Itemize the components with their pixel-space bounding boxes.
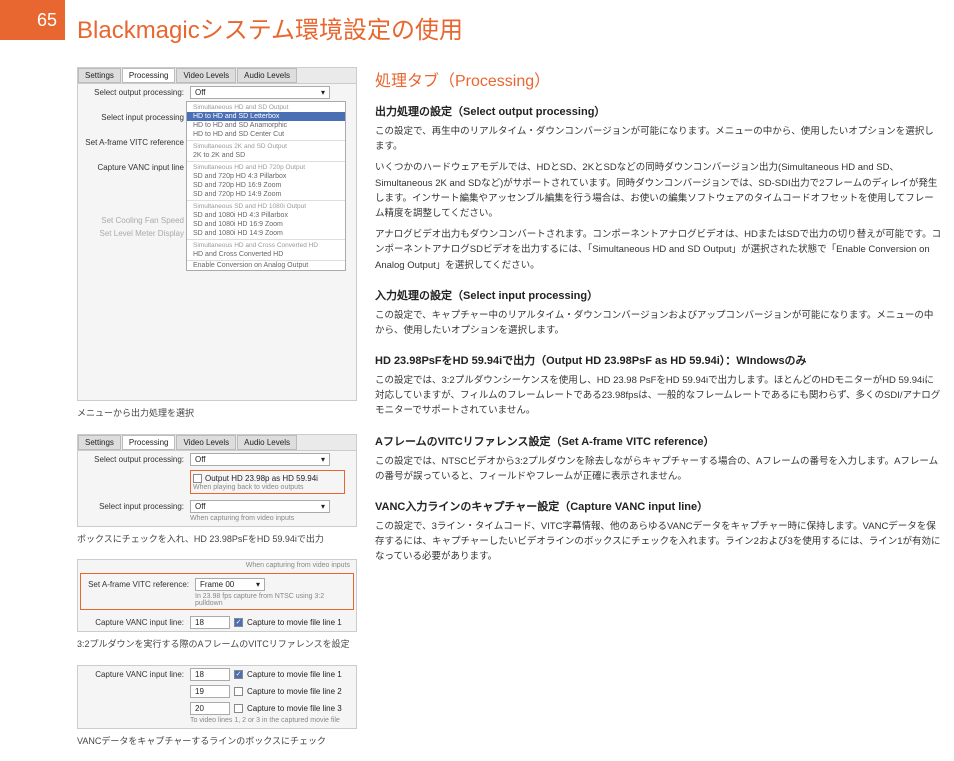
label: Capture VANC input line: [82,618,190,627]
sub-text: To video lines 1, 2 or 3 in the captured… [190,717,356,728]
menu-item[interactable]: Enable Conversion on Analog Output [187,261,345,270]
checkbox[interactable] [234,704,243,713]
chevron-down-icon: ▾ [256,580,260,589]
sub-heading: VANC入力ラインのキャプチャー設定（Capture VANC input li… [375,498,942,514]
dropdown[interactable]: Off ▾ [190,453,330,466]
menu-group-header: Simultaneous HD and Cross Converted HD [187,241,345,250]
dropdown-output-processing[interactable]: Off ▾ [190,86,330,99]
body-text: この設定では、NTSCビデオから3:2プルダウンを除去しながらキャプチャーする場… [375,454,942,484]
label-vitc: Set A-frame VITC reference [82,138,190,147]
menu-item[interactable]: HD to HD and SD Anamorphic [187,121,345,130]
menu-item[interactable]: SD and 720p HD 16:9 Zoom [187,181,345,190]
tab-video-levels[interactable]: Video Levels [176,435,236,450]
dropdown[interactable]: Off ▾ [190,500,330,513]
dropdown[interactable]: Frame 00 ▾ [195,578,265,591]
sub-heading: 入力処理の設定（Select input processing） [375,287,942,303]
screenshot-3: When capturing from video inputs Set A-f… [77,559,357,632]
sub-text: When capturing from video inputs [190,515,356,526]
input-line2[interactable]: 19 [190,685,230,698]
input-line1[interactable]: 18 [190,668,230,681]
chevron-down-icon: ▾ [321,88,325,97]
menu-item[interactable]: HD and Cross Converted HD [187,250,345,259]
screenshot-1: Settings Processing Video Levels Audio L… [77,67,357,401]
sub-text: In 23.98 fps capture from NTSC using 3:2… [195,593,351,607]
tab-settings[interactable]: Settings [78,435,121,450]
menu-item[interactable]: 2K to 2K and SD [187,151,345,160]
sub-heading: 出力処理の設定（Select output processing） [375,103,942,119]
dropdown-value: Frame 00 [200,580,234,589]
label: Select output processing: [82,455,190,464]
caption-4: VANCデータをキャプチャーするラインのボックスにチェック [77,735,357,748]
tab-processing[interactable]: Processing [122,435,176,450]
menu-group-header: Simultaneous HD and HD 720p Output [187,163,345,172]
checkbox-label: Capture to movie file line 3 [247,704,342,713]
sub-text: When playing back to video outputs [193,484,342,491]
checkbox[interactable]: ✓ [234,670,243,679]
right-column: 処理タブ（Processing） 出力処理の設定（Select output p… [375,67,942,761]
dropdown-value: Off [195,455,206,464]
highlight-box: Set A-frame VITC reference: Frame 00 ▾ In… [80,573,354,610]
left-column: Settings Processing Video Levels Audio L… [77,67,357,761]
chevron-down-icon: ▾ [321,455,325,464]
checkbox-label: Capture to movie file line 1 [247,618,342,627]
body-text: この設定では、3:2プルダウンシーケンスを使用し、HD 23.98 PsFをHD… [375,373,942,419]
label-output-processing: Select output processing: [82,88,190,97]
screenshot-4: Capture VANC input line: 18 ✓ Capture to… [77,665,357,729]
sub-heading: AフレームのVITCリファレンス設定（Set A-frame VITC refe… [375,433,942,449]
label: Set A-frame VITC reference: [87,580,195,589]
label-fan: Set Cooling Fan Speed [82,216,190,225]
menu-item[interactable]: HD to HD and SD Center Cut [187,130,345,139]
label-meter: Set Level Meter Display [82,229,190,238]
menu-item[interactable]: HD to HD and SD Letterbox [187,112,345,121]
body-text: この設定で、再生中のリアルタイム・ダウンコンバージョンが可能になります。メニュー… [375,124,942,154]
screenshot-2: Settings Processing Video Levels Audio L… [77,434,357,527]
output-processing-menu: Simultaneous HD and SD Output HD to HD a… [186,101,346,271]
tab-video-levels[interactable]: Video Levels [176,68,236,83]
label-vanc: Capture VANC input line [82,163,190,172]
page-title: Blackmagicシステム環境設定の使用 [77,10,942,45]
chevron-down-icon: ▾ [321,502,325,511]
body-text: この設定で、3ライン・タイムコード、VITC字幕情報、他のあらゆるVANCデータ… [375,519,942,565]
menu-item[interactable]: SD and 720p HD 14:9 Zoom [187,190,345,199]
label: Select input processing: [82,502,190,511]
tab-audio-levels[interactable]: Audio Levels [237,68,297,83]
section-title: 処理タブ（Processing） [375,67,942,91]
body-text: この設定で、キャプチャー中のリアルタイム・ダウンコンバージョンおよびアップコンバ… [375,308,942,338]
body-text: アナログビデオ出力もダウンコンバートされます。コンポーネントアナログビデオは、H… [375,227,942,273]
menu-group-header: Simultaneous HD and SD Output [187,103,345,112]
checkbox-label: Capture to movie file line 1 [247,670,342,679]
body-text: いくつかのハードウェアモデルでは、HDとSD、2KとSDなどの同時ダウンコンバー… [375,160,942,221]
menu-group-header: Simultaneous 2K and SD Output [187,142,345,151]
caption-1: メニューから出力処理を選択 [77,407,357,420]
tab-settings[interactable]: Settings [78,68,121,83]
dropdown-value: Off [195,502,206,511]
checkbox[interactable]: ✓ [234,618,243,627]
caption-2: ボックスにチェックを入れ、HD 23.98PsFをHD 59.94iで出力 [77,533,357,546]
input-line1[interactable]: 18 [190,616,230,629]
checkbox[interactable] [193,474,202,483]
highlight-box: Output HD 23.98p as HD 59.94i When playi… [190,470,345,494]
menu-item[interactable]: SD and 1080i HD 4:3 Pillarbox [187,211,345,220]
menu-group-header: Simultaneous SD and HD 1080i Output [187,202,345,211]
menu-item[interactable]: SD and 1080i HD 16:9 Zoom [187,220,345,229]
input-line3[interactable]: 20 [190,702,230,715]
menu-item[interactable]: SD and 1080i HD 14:9 Zoom [187,229,345,238]
sub-heading: HD 23.98PsFをHD 59.94iで出力（Output HD 23.98… [375,352,942,368]
tab-audio-levels[interactable]: Audio Levels [237,435,297,450]
checkbox-label: Capture to movie file line 2 [247,687,342,696]
dropdown-value: Off [195,88,206,97]
checkbox[interactable] [234,687,243,696]
caption-3: 3:2プルダウンを実行する際のAフレームのVITCリファレンスを設定 [77,638,357,651]
checkbox-label: Output HD 23.98p as HD 59.94i [205,474,318,483]
menu-item[interactable]: SD and 720p HD 4:3 Pillarbox [187,172,345,181]
tab-processing[interactable]: Processing [122,68,176,83]
label: Capture VANC input line: [82,670,190,679]
page-number: 65 [0,0,65,40]
label-input-processing: Select input processing [82,113,190,122]
sub-text: When capturing from video inputs [78,560,356,571]
